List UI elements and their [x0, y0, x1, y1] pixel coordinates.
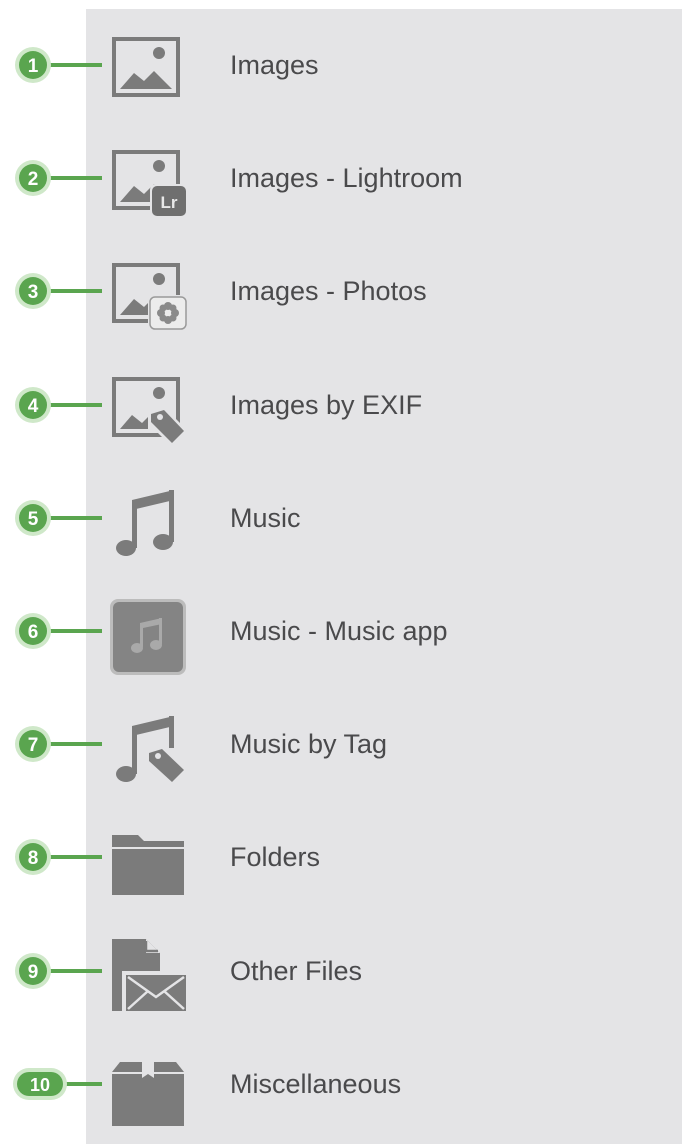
callout-number: 4 — [28, 396, 39, 417]
item-label: Images - Lightroom — [230, 163, 463, 193]
image-lightroom-icon: Lr — [112, 150, 188, 218]
list-item-music-app[interactable]: 6 Music - Music app — [0, 586, 682, 676]
callout-number: 6 — [28, 622, 39, 643]
callout-number: 8 — [28, 848, 39, 869]
callout-5: 5 — [15, 500, 102, 536]
item-label: Music by Tag — [230, 729, 388, 759]
callout-1: 1 — [15, 47, 102, 83]
list-item-images[interactable]: 1 Images — [0, 20, 682, 110]
music-app-icon — [110, 599, 186, 675]
callout-7: 7 — [15, 726, 102, 762]
callout-8: 8 — [15, 839, 102, 875]
item-label: Folders — [230, 842, 321, 872]
callout-number: 9 — [28, 962, 39, 983]
music-note-icon — [116, 490, 174, 556]
item-label: Miscellaneous — [230, 1069, 402, 1099]
image-tag-icon — [112, 377, 188, 447]
callout-number: 3 — [28, 282, 39, 303]
list-item-images-photos[interactable]: 3 Images - Photos — [0, 246, 682, 336]
list-item-music[interactable]: 5 Music — [0, 473, 682, 563]
callout-number: 1 — [28, 56, 39, 77]
item-label: Images - Photos — [230, 276, 427, 306]
callout-4: 4 — [15, 387, 102, 423]
box-icon — [112, 1062, 184, 1126]
item-label: Images — [230, 50, 319, 80]
list-item-folders[interactable]: 8 Folders — [0, 812, 682, 902]
callout-2: 2 — [15, 160, 102, 196]
folder-icon — [112, 835, 184, 895]
callout-3: 3 — [15, 273, 102, 309]
callout-number: 2 — [28, 169, 39, 190]
callout-6: 6 — [15, 613, 102, 649]
callout-10: 10 — [13, 1068, 102, 1100]
item-label: Other Files — [230, 956, 363, 986]
image-icon — [112, 37, 180, 97]
list-item-miscellaneous[interactable]: 10 Miscellaneous — [0, 1039, 682, 1129]
callout-9: 9 — [15, 953, 102, 989]
callout-number: 10 — [30, 1075, 50, 1095]
list-item-music-by-tag[interactable]: 7 Music by Tag — [0, 699, 682, 789]
item-label: Music — [230, 503, 301, 533]
item-label: Images by EXIF — [230, 390, 423, 420]
image-photos-icon — [112, 263, 188, 331]
list-item-other-files[interactable]: 9 Other Files — [0, 926, 682, 1016]
document-mail-icon — [112, 939, 188, 1013]
list-item-images-by-exif[interactable]: 4 Images by EXIF — [0, 360, 682, 450]
music-tag-icon — [116, 716, 188, 786]
lightroom-badge: Lr — [161, 193, 178, 212]
callout-number: 5 — [28, 509, 39, 530]
envelope-icon — [126, 975, 186, 1011]
item-label: Music - Music app — [230, 616, 448, 646]
list-item-images-lightroom[interactable]: 2 Lr Images - Lightroom — [0, 133, 682, 223]
callout-number: 7 — [28, 735, 39, 756]
